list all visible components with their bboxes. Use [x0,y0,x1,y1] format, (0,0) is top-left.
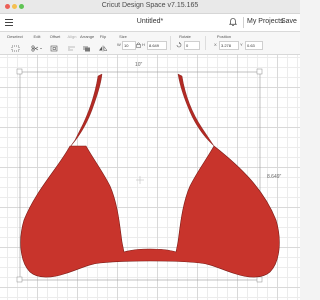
resize-handle-bottom-right[interactable] [256,276,263,283]
resize-handle-bottom-left[interactable] [16,276,23,283]
canvas-overlay [16,68,280,283]
height-dimension-label: 8.649" [267,174,282,180]
width-dimension-label: 10" [135,62,143,68]
center-marker [136,176,144,184]
resize-handle-top-right[interactable] [256,68,263,75]
bikini-top-shape[interactable] [20,73,280,278]
resize-handle-top-left[interactable] [16,68,23,75]
